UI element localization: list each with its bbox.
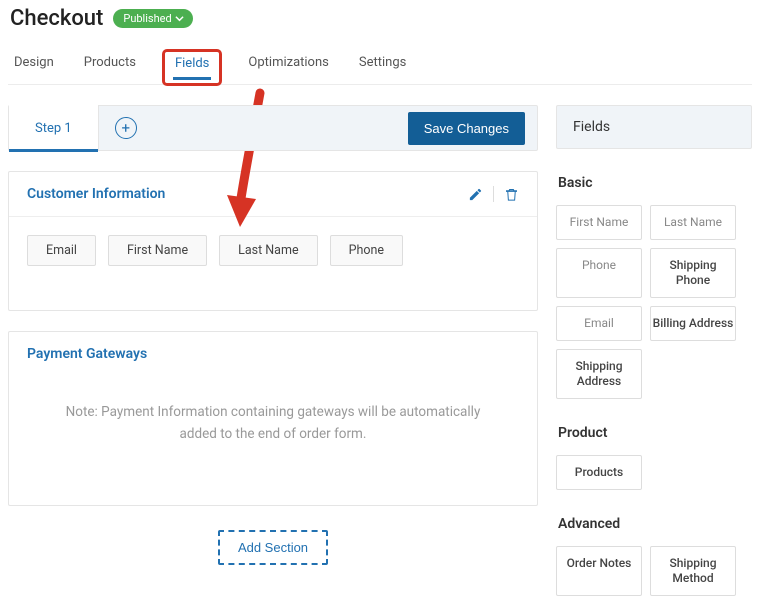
status-badge[interactable]: Published bbox=[113, 9, 192, 28]
sidebar-chip-email[interactable]: Email bbox=[556, 306, 642, 341]
sidebar-basic-grid: First Name Last Name Phone Shipping Phon… bbox=[556, 205, 752, 399]
tab-design[interactable]: Design bbox=[10, 49, 58, 84]
add-step-button[interactable]: + bbox=[115, 117, 137, 139]
delete-icon[interactable] bbox=[504, 187, 519, 202]
sidebar-advanced-grid: Order Notes Shipping Method bbox=[556, 546, 752, 596]
field-chip-email[interactable]: Email bbox=[27, 235, 96, 266]
sidebar-product-grid: Products bbox=[556, 455, 752, 490]
sidebar-chip-phone[interactable]: Phone bbox=[556, 248, 642, 298]
step-tab-1[interactable]: Step 1 bbox=[9, 105, 99, 151]
page-header: Checkout Published bbox=[8, 0, 752, 35]
sidebar-chip-shipping-phone[interactable]: Shipping Phone bbox=[650, 248, 736, 298]
sidebar-chip-order-notes[interactable]: Order Notes bbox=[556, 546, 642, 596]
tab-settings[interactable]: Settings bbox=[355, 49, 410, 84]
tab-products[interactable]: Products bbox=[80, 49, 140, 84]
section-header: Payment Gateways bbox=[9, 332, 537, 376]
section-customer-information: Customer Information Email First Name La… bbox=[8, 171, 538, 311]
divider bbox=[493, 186, 494, 202]
sidebar-chip-first-name[interactable]: First Name bbox=[556, 205, 642, 240]
field-chip-first-name[interactable]: First Name bbox=[108, 235, 207, 266]
customer-fields-row: Email First Name Last Name Phone bbox=[9, 217, 537, 310]
sidebar-chip-products[interactable]: Products bbox=[556, 455, 642, 490]
right-column: Fields Basic First Name Last Name Phone … bbox=[556, 105, 752, 596]
add-section-button[interactable]: Add Section bbox=[218, 530, 328, 565]
section-actions bbox=[468, 186, 519, 202]
sidebar-chip-last-name[interactable]: Last Name bbox=[650, 205, 736, 240]
sidebar-chip-shipping-method[interactable]: Shipping Method bbox=[650, 546, 736, 596]
edit-icon[interactable] bbox=[468, 187, 483, 202]
save-changes-button[interactable]: Save Changes bbox=[408, 112, 525, 145]
sidebar-group-title-product: Product bbox=[558, 425, 752, 441]
sidebar-header: Fields bbox=[556, 105, 752, 149]
sidebar-chip-billing-address[interactable]: Billing Address bbox=[650, 306, 736, 341]
section-title: Customer Information bbox=[27, 186, 468, 202]
status-badge-label: Published bbox=[123, 12, 171, 25]
section-payment-gateways: Payment Gateways Note: Payment Informati… bbox=[8, 331, 538, 506]
section-header: Customer Information bbox=[9, 172, 537, 217]
section-title: Payment Gateways bbox=[27, 346, 519, 362]
field-chip-phone[interactable]: Phone bbox=[330, 235, 403, 266]
sidebar-group-title-basic: Basic bbox=[558, 175, 752, 191]
sidebar-chip-shipping-address[interactable]: Shipping Address bbox=[556, 349, 642, 399]
tabs-row: Design Products Fields Optimizations Set… bbox=[8, 35, 752, 85]
field-chip-last-name[interactable]: Last Name bbox=[219, 235, 317, 266]
gateway-note: Note: Payment Information containing gat… bbox=[9, 376, 537, 505]
chevron-down-icon bbox=[175, 14, 184, 23]
steps-bar: Step 1 + Save Changes bbox=[8, 105, 538, 151]
sidebar-group-title-advanced: Advanced bbox=[558, 516, 752, 532]
left-column: Step 1 + Save Changes Customer Informati… bbox=[8, 105, 538, 575]
page-title: Checkout bbox=[10, 6, 103, 31]
tab-fields[interactable]: Fields bbox=[162, 49, 222, 86]
tab-optimizations[interactable]: Optimizations bbox=[244, 49, 332, 84]
